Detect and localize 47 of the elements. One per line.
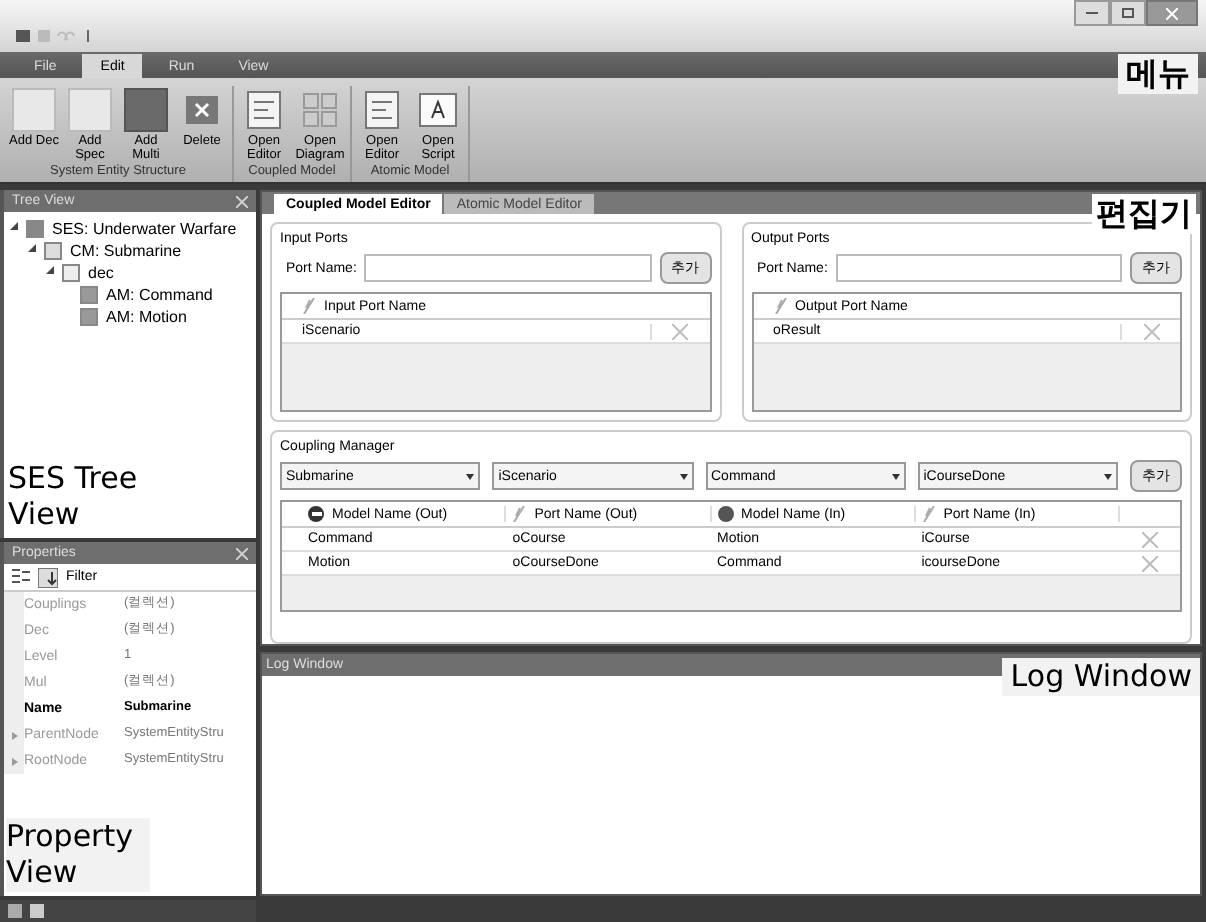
diagram-icon [302,90,338,130]
tree-item[interactable]: AM: Motion [106,309,187,325]
tile-icon [124,88,168,132]
maximize-button[interactable] [1110,0,1146,26]
minimize-button[interactable] [1074,0,1110,26]
tree-item[interactable]: CM: Submarine [70,243,182,259]
tree-item[interactable]: AM: Command [106,287,213,303]
port-name-field[interactable] [364,254,651,282]
expand-icon[interactable] [10,222,18,230]
node-icon [26,220,44,238]
delete-icon[interactable] [1143,323,1159,339]
annotation-label: 메뉴 [1118,54,1198,94]
key-icon [302,298,316,314]
close-icon[interactable] [236,195,248,207]
tree-item[interactable]: dec [88,265,114,281]
categorized-icon[interactable] [12,568,30,586]
expand-icon[interactable] [28,244,36,252]
delete-icon [184,92,220,128]
tile-icon [68,88,112,132]
delete-icon[interactable] [672,323,688,339]
node-icon [80,286,98,304]
annotation-label: Log Window [1002,658,1200,696]
node-icon [44,242,62,260]
annotation-label: 편집기 [1092,194,1196,234]
expand-icon[interactable] [46,266,54,274]
caret-icon [679,473,687,479]
close-button[interactable] [1146,0,1198,26]
caret-icon [466,473,475,479]
key-icon [512,506,527,522]
key-icon [921,506,936,522]
annotation-label: Property View [6,817,150,892]
caret-icon [891,473,900,479]
script-icon [418,92,458,128]
node-icon [80,308,98,326]
document-icon [364,90,400,130]
delete-icon[interactable] [1142,555,1158,571]
node-icon [62,264,80,282]
delete-icon[interactable] [1142,531,1158,547]
document-icon [246,90,282,130]
sort-icon[interactable] [38,567,58,587]
caret-icon [1104,473,1112,479]
tree-item[interactable]: SES: Underwater Warfare [52,221,237,237]
tile-icon [12,88,56,132]
close-icon[interactable] [236,547,248,559]
port-name-field[interactable] [835,254,1122,282]
key-icon [773,298,787,314]
close-icon [1166,7,1178,19]
